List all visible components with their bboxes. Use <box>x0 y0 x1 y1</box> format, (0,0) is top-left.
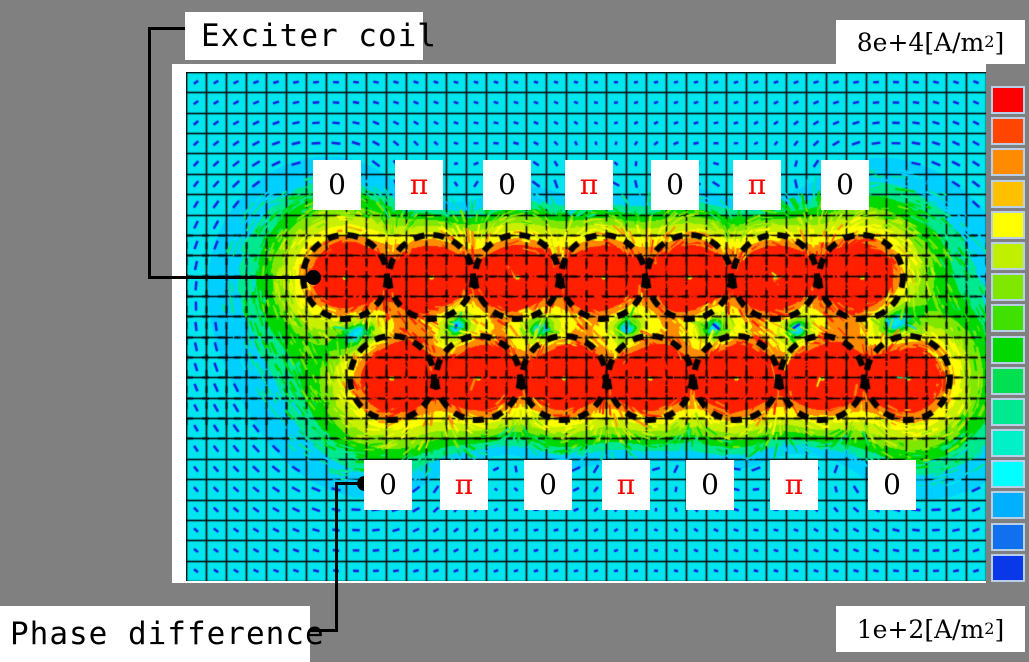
colorbar-swatch-7 <box>991 304 1025 333</box>
phase-label-bottom-3: π <box>602 460 650 510</box>
colorbar-swatch-3 <box>991 179 1025 208</box>
exciter-leader-segment-bottom <box>148 276 316 279</box>
phase-label-bottom-1: π <box>440 460 488 510</box>
phase-label-top-6: 0 <box>821 160 869 210</box>
callout-phase-difference-label: Phase difference <box>10 616 325 652</box>
phase-label-top-4: 0 <box>651 160 699 210</box>
colorbar-min-unit: [A/m <box>924 614 985 644</box>
colorbar-swatch-12 <box>991 460 1025 489</box>
colorbar-swatch-5 <box>991 241 1025 270</box>
phase-label-bottom-5: π <box>770 460 818 510</box>
colorbar-swatch-8 <box>991 335 1025 364</box>
colorbar-swatch-4 <box>991 210 1025 239</box>
callout-exciter-coil-label: Exciter coil <box>201 18 437 54</box>
colorbar-swatch-9 <box>991 366 1025 395</box>
colorbar-min-unit-close: ] <box>994 614 1005 644</box>
phase-label-bottom-4: 0 <box>686 460 734 510</box>
phase-label-bottom-2: 0 <box>524 460 572 510</box>
callout-phase-difference: Phase difference <box>0 606 324 662</box>
phase-leader-segment-vertical <box>335 482 338 632</box>
colorbar-min-value: 1e+2 [A/m 2] <box>836 606 1025 652</box>
colorbar-swatch-6 <box>991 273 1025 302</box>
phase-label-top-1: π <box>395 160 443 210</box>
colorbar-swatch-10 <box>991 397 1025 426</box>
field-canvas <box>186 72 986 581</box>
exciter-coil-target-dot <box>306 270 321 285</box>
colorbar-swatch-1 <box>991 117 1025 146</box>
colorbar-swatch-11 <box>991 429 1025 458</box>
phase-label-top-2: 0 <box>483 160 531 210</box>
figure-root: 8e+4 [A/m 2] 1e+2 [A/m 2] Exciter coil Phase… <box>0 0 1029 662</box>
phase-label-top-0: 0 <box>313 160 361 210</box>
colorbar-swatch-2 <box>991 148 1025 177</box>
colorbar-legend <box>991 86 1025 582</box>
vector-field-plot <box>186 72 986 581</box>
exciter-leader-segment-vertical <box>148 27 151 279</box>
colorbar-swatch-0 <box>991 86 1025 114</box>
colorbar-max-mantissa: 8e+4 <box>856 27 925 57</box>
colorbar-swatch-14 <box>991 522 1025 551</box>
callout-exciter-coil: Exciter coil <box>185 12 436 60</box>
colorbar-max-unit-close: ] <box>994 27 1005 57</box>
exciter-leader-segment-top <box>148 27 188 30</box>
colorbar-max-unit: [A/m <box>924 27 985 57</box>
colorbar-swatch-15 <box>991 553 1025 582</box>
phase-label-bottom-6: 0 <box>868 460 916 510</box>
phase-label-top-5: π <box>733 160 781 210</box>
colorbar-max-value: 8e+4 [A/m 2] <box>836 20 1025 64</box>
colorbar-min-mantissa: 1e+2 <box>856 614 925 644</box>
phase-label-top-3: π <box>565 160 613 210</box>
colorbar-swatch-13 <box>991 491 1025 520</box>
phase-label-bottom-0: 0 <box>364 460 412 510</box>
